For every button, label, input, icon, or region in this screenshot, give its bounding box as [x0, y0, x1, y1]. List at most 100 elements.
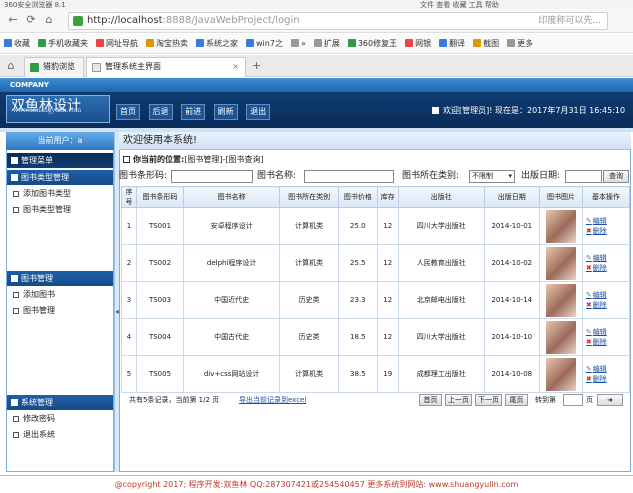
- url-input[interactable]: http://localhost:8888/JavaWebProject/log…: [68, 12, 608, 30]
- tab-close-icon[interactable]: ×: [232, 58, 239, 76]
- bookmark-item[interactable]: 网址导航: [96, 34, 138, 53]
- bookmark-icon: [290, 39, 299, 47]
- bookmark-item[interactable]: 淘宝热卖: [146, 34, 188, 53]
- barcode-input[interactable]: [171, 170, 253, 183]
- bookmark-label: »: [300, 39, 306, 48]
- edit-link[interactable]: 编辑: [586, 253, 629, 263]
- delete-link[interactable]: 删除: [586, 263, 629, 273]
- bookmark-item[interactable]: 更多: [507, 34, 533, 53]
- sidebar-group-system[interactable]: 系统管理: [7, 395, 113, 410]
- nav-logout-button[interactable]: 退出: [246, 104, 271, 120]
- nav-forward-button[interactable]: 前进: [181, 104, 206, 120]
- sidebar-group-book-type[interactable]: 图书类型管理: [7, 170, 113, 185]
- book-name-input[interactable]: [304, 170, 394, 183]
- back-icon[interactable]: ←: [6, 13, 20, 27]
- tab-home-icon[interactable]: ⌂: [4, 59, 18, 73]
- url-search-hint[interactable]: 印度称可以先...: [538, 13, 601, 29]
- book-table: 序号 图书条形码 图书名称 图书所在类别 图书价格 库存 出版社 出版日期 图书…: [121, 186, 631, 393]
- home-icon[interactable]: ⌂: [42, 13, 56, 27]
- last-page-button[interactable]: 尾页: [505, 394, 528, 406]
- bookmark-item[interactable]: 扩展: [313, 34, 340, 53]
- goto-label: 转到第: [535, 396, 556, 404]
- doc-icon: [13, 432, 19, 438]
- goto-page-input[interactable]: [563, 394, 583, 406]
- delete-link[interactable]: 删除: [586, 300, 629, 310]
- cell-image: [539, 244, 583, 282]
- first-page-button[interactable]: 首页: [419, 394, 442, 406]
- book-thumbnail[interactable]: [545, 320, 576, 354]
- bookmark-item[interactable]: 截图: [473, 34, 499, 53]
- edit-link[interactable]: 编辑: [586, 327, 629, 337]
- col-price: 图书价格: [338, 186, 378, 208]
- pager: 共有5条记录，当前第 1/2 页 导出当前记录到excel 首页 上一页 下一页…: [121, 393, 630, 407]
- tab-label: 管理系统主界面: [105, 62, 161, 71]
- book-type-select[interactable]: 不限制 ▾: [469, 170, 515, 183]
- cell-publisher: 四川大学出版社: [397, 318, 485, 356]
- edit-link[interactable]: 编辑: [586, 216, 629, 226]
- welcome-text: 欢迎[管理员]! 现在是：2017年7月31日 16:45:10: [432, 104, 632, 118]
- sidebar-group-book[interactable]: 图书管理: [7, 271, 113, 286]
- prev-page-button[interactable]: 上一页: [445, 394, 472, 406]
- edit-link[interactable]: 编辑: [586, 290, 629, 300]
- sidebar: 管理菜单 图书类型管理 添加图书类型 图书类型管理 图书管理 添加图书 图书管理…: [6, 132, 114, 472]
- sidebar-item-add-book[interactable]: 添加图书: [9, 288, 109, 302]
- publish-date-label: 出版日期:: [521, 171, 561, 181]
- bookmark-item[interactable]: 手机收藏夹: [38, 34, 88, 53]
- chevron-down-icon: ▾: [508, 172, 512, 180]
- tab-liebao[interactable]: 猎豹浏览: [24, 57, 84, 77]
- publish-date-input[interactable]: [565, 170, 602, 183]
- bookmark-label: 淘宝热卖: [156, 39, 188, 48]
- bookmark-label: win7之: [256, 39, 283, 48]
- edit-link[interactable]: 编辑: [586, 364, 629, 374]
- url-path: :8888/JavaWebProject/login: [162, 15, 300, 26]
- export-excel-link[interactable]: 导出当前记录到excel: [239, 393, 306, 407]
- book-thumbnail[interactable]: [545, 246, 576, 280]
- bookmark-label: 翻译: [449, 39, 466, 48]
- bookmark-item[interactable]: 网银: [405, 34, 431, 53]
- bookmark-item[interactable]: 360修复王: [347, 34, 397, 53]
- sidebar-item-logout[interactable]: 退出系统: [9, 428, 109, 442]
- bookmark-item[interactable]: 收藏: [4, 34, 30, 53]
- table-row: 4TS004中国古代史历史类18.512四川大学出版社2014-10-10 编辑删…: [121, 318, 631, 356]
- bookmark-icon: [313, 39, 322, 47]
- bookmark-item[interactable]: »: [290, 34, 306, 53]
- cell-type: 历史类: [279, 318, 340, 356]
- group-title: 图书类型管理: [21, 173, 69, 182]
- sidebar-item-label: 添加图书: [23, 290, 55, 299]
- next-page-button[interactable]: 下一页: [475, 394, 502, 406]
- go-button[interactable]: ➜: [597, 394, 623, 406]
- sidebar-item-add-book-type[interactable]: 添加图书类型: [9, 187, 109, 201]
- location-value: [图书管理]-[图书查询]: [184, 155, 264, 164]
- bookmark-item[interactable]: win7之: [246, 34, 283, 53]
- nav-home-button[interactable]: 首页: [116, 104, 140, 120]
- cell-name: 安卓程序设计: [183, 207, 281, 245]
- cell-stock: 19: [376, 355, 399, 393]
- location-label: 你当前的位置:: [133, 155, 185, 164]
- sidebar-item-label: 修改密码: [23, 414, 55, 423]
- nav-refresh-button[interactable]: 刷新: [213, 104, 238, 120]
- delete-link[interactable]: 删除: [586, 374, 629, 384]
- nav-back-button[interactable]: 后退: [148, 104, 173, 120]
- delete-link[interactable]: 删除: [586, 226, 629, 236]
- browser-menu[interactable]: 文件 查看 收藏 工具 帮助: [420, 0, 499, 9]
- doc-icon: [13, 191, 19, 197]
- bookmark-item[interactable]: 翻译: [439, 34, 466, 53]
- url-host: http://localhost: [87, 15, 163, 26]
- delete-link[interactable]: 删除: [586, 337, 629, 347]
- query-button[interactable]: 查询: [603, 170, 629, 183]
- doc-icon: [13, 207, 19, 213]
- sidebar-item-book-type-manage[interactable]: 图书类型管理: [9, 203, 109, 217]
- new-tab-button[interactable]: +: [252, 59, 261, 72]
- sidebar-item-book-manage[interactable]: 图书管理: [9, 304, 109, 318]
- book-thumbnail[interactable]: [545, 357, 576, 391]
- tab-main-interface[interactable]: 管理系统主界面 ×: [86, 57, 246, 77]
- sidebar-item-change-password[interactable]: 修改密码: [9, 412, 109, 426]
- cell-date: 2014-10-01: [483, 207, 541, 245]
- book-thumbnail[interactable]: [545, 209, 576, 243]
- bookmark-item[interactable]: 系统之家: [196, 34, 238, 53]
- col-no: 序号: [121, 186, 137, 208]
- bookmark-label: 收藏: [14, 39, 30, 48]
- book-thumbnail[interactable]: [545, 283, 576, 317]
- bookmark-icon: [196, 39, 204, 47]
- refresh-icon[interactable]: ⟳: [24, 13, 38, 27]
